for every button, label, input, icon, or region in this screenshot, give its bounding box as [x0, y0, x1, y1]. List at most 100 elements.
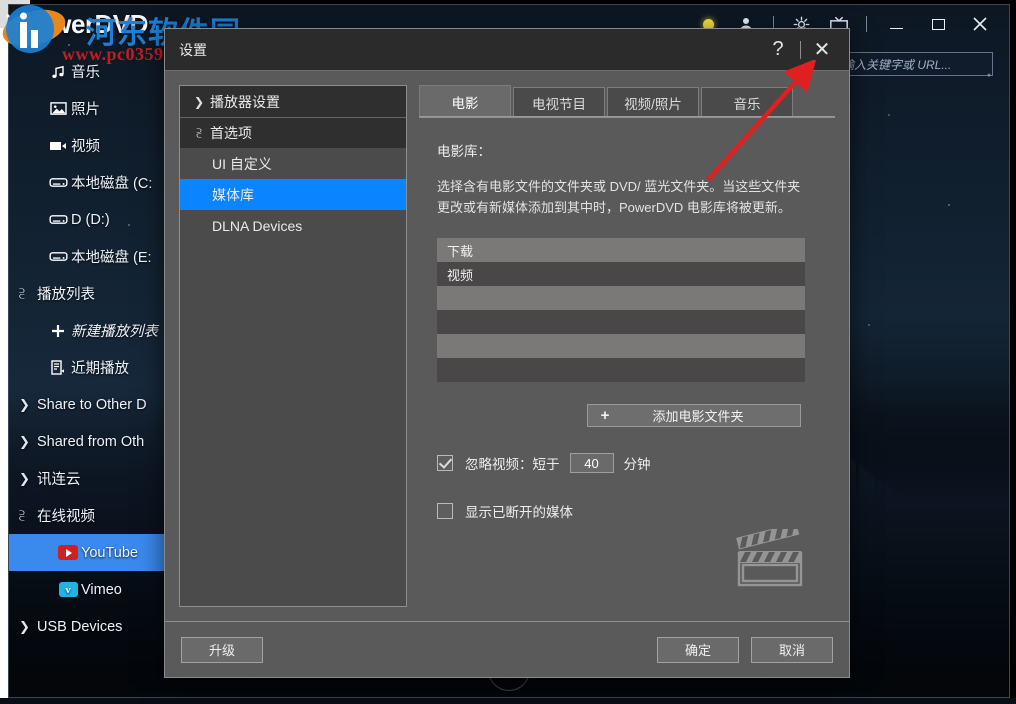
settings-dialog-controls: ? ✕	[764, 37, 849, 62]
movie-folder-row-0[interactable]: 下载	[437, 238, 805, 262]
chevron-down-icon[interactable]: ⫔	[188, 126, 210, 141]
show-disconnected-media-row: 显示已断开的媒体	[437, 501, 817, 521]
close-button[interactable]	[967, 13, 993, 35]
sidebar-item-5[interactable]: 本地磁盘 (E:	[9, 238, 166, 275]
settings-dialog-title: 设置	[179, 40, 207, 60]
youtube-icon	[55, 545, 81, 560]
sidebar-item-label: 音乐	[71, 61, 100, 82]
tab-2[interactable]: 视频/照片	[607, 87, 699, 117]
chevron-right-icon[interactable]: ❯	[19, 434, 37, 450]
app-brand: PowerDVD	[19, 9, 148, 40]
sidebar-item-label: USB Devices	[37, 619, 122, 635]
movie-folder-row-4[interactable]	[437, 334, 805, 358]
titlebar-divider-2	[866, 16, 867, 32]
ok-button[interactable]: 确定	[657, 637, 739, 663]
dialog-control-divider	[800, 41, 801, 59]
settings-tree-item-label: DLNA Devices	[212, 218, 302, 234]
movie-folder-row-1[interactable]: 视频	[437, 262, 805, 286]
chevron-down-icon[interactable]: ⫔	[19, 508, 37, 524]
settings-dialog: 设置 ? ✕ ❯播放器设置⫔首选项UI 自定义媒体库DLNA Devices 电…	[164, 28, 850, 678]
sidebar-item-label: 在线视频	[37, 505, 95, 526]
app-brand-label: PowerDVD	[19, 9, 148, 39]
movie-folder-list[interactable]: 下载视频	[437, 238, 805, 382]
settings-dialog-footer: 升级 确定 取消	[165, 621, 849, 677]
settings-tree: ❯播放器设置⫔首选项UI 自定义媒体库DLNA Devices	[179, 85, 407, 607]
cancel-button[interactable]: 取消	[751, 637, 833, 663]
screen: 库 车 绵 区 播 查 说 - - PowerDVD	[0, 0, 1016, 704]
chevron-right-icon[interactable]: ❯	[19, 471, 37, 487]
sidebar-item-label: 近期播放	[71, 357, 129, 378]
sidebar-item-label: 照片	[71, 98, 100, 119]
sidebar-item-label: YouTube	[81, 545, 138, 561]
upgrade-button[interactable]: 升级	[181, 637, 263, 663]
sidebar-item-label: 本地磁盘 (C:	[71, 172, 152, 193]
plus-icon: +	[588, 407, 622, 424]
settings-tree-item-0[interactable]: ❯播放器设置	[180, 86, 406, 117]
chevron-right-icon[interactable]: ❯	[19, 619, 37, 635]
sidebar-item-15[interactable]: ❯USB Devices	[9, 608, 166, 645]
settings-dialog-body: ❯播放器设置⫔首选项UI 自定义媒体库DLNA Devices 电影电视节目视频…	[165, 71, 849, 607]
sidebar-item-6[interactable]: ⫔播放列表	[9, 275, 166, 312]
help-icon[interactable]: ?	[764, 38, 792, 61]
ignore-minutes-input[interactable]: 40	[570, 453, 614, 473]
sidebar-item-2[interactable]: 视频	[9, 127, 166, 164]
settings-tree-item-4[interactable]: DLNA Devices	[180, 210, 406, 241]
sidebar-item-11[interactable]: ❯讯连云	[9, 460, 166, 497]
dialog-close-icon[interactable]: ✕	[809, 37, 835, 62]
movie-library-label: 电影库：	[437, 140, 817, 160]
clapperboard-icon	[733, 529, 811, 591]
sidebar-item-9[interactable]: ❯Share to Other D	[9, 386, 166, 423]
sidebar-item-12[interactable]: ⫔在线视频	[9, 497, 166, 534]
sidebar-item-7[interactable]: 新建播放列表	[9, 312, 166, 349]
settings-pane: 电影电视节目视频/照片音乐 电影库： 选择含有电影文件的文件夹或 DVD/ 蓝光…	[419, 85, 835, 607]
settings-tree-item-label: UI 自定义	[212, 154, 272, 174]
sidebar-item-10[interactable]: ❯Shared from Oth	[9, 423, 166, 460]
ignore-short-videos-label-before: 忽略视频：短于	[465, 453, 560, 473]
settings-tabs: 电影电视节目视频/照片音乐	[419, 85, 835, 117]
chevron-right-icon[interactable]: ❯	[188, 95, 210, 109]
sidebar-item-8[interactable]: 近期播放	[9, 349, 166, 386]
settings-tree-item-1[interactable]: ⫔首选项	[180, 117, 406, 148]
add-movie-folder-label: 添加电影文件夹	[622, 406, 800, 425]
add-movie-folder-button[interactable]: + 添加电影文件夹	[587, 404, 801, 427]
chevron-down-icon[interactable]: ⫔	[19, 286, 37, 302]
tab-1[interactable]: 电视节目	[513, 87, 605, 117]
sidebar-item-label: 本地磁盘 (E:	[71, 246, 152, 267]
tab-0[interactable]: 电影	[419, 85, 511, 117]
music-note-icon	[45, 64, 71, 80]
photo-icon	[45, 101, 71, 116]
recent-icon	[45, 360, 71, 376]
chevron-right-icon[interactable]: ❯	[19, 397, 37, 413]
settings-tree-item-label: 首选项	[210, 123, 252, 143]
sidebar-item-4[interactable]: D (D:)	[9, 201, 166, 238]
tab-3[interactable]: 音乐	[701, 87, 793, 117]
taskbar	[0, 698, 1016, 704]
settings-tree-item-2[interactable]: UI 自定义	[180, 148, 406, 179]
ignore-short-videos-checkbox[interactable]	[437, 455, 453, 471]
movie-folder-row-5[interactable]	[437, 358, 805, 382]
sidebar-item-label: 播放列表	[37, 283, 95, 304]
sidebar-item-3[interactable]: 本地磁盘 (C:	[9, 164, 166, 201]
maximize-button[interactable]	[925, 13, 951, 35]
minimize-button[interactable]	[883, 13, 909, 35]
sidebar-item-label: 新建播放列表	[71, 320, 158, 341]
show-disconnected-media-checkbox[interactable]	[437, 503, 453, 519]
settings-tree-item-label: 播放器设置	[210, 92, 280, 112]
settings-tree-item-label: 媒体库	[212, 185, 254, 205]
sidebar-item-label: D (D:)	[71, 212, 110, 228]
media-library-panel: 电影库： 选择含有电影文件的文件夹或 DVD/ 蓝光文件夹。当这些文件夹更改或有…	[419, 117, 835, 607]
movie-folder-row-2[interactable]	[437, 286, 805, 310]
movie-folder-row-3[interactable]	[437, 310, 805, 334]
settings-tree-item-3[interactable]: 媒体库	[180, 179, 406, 210]
disk-icon	[45, 176, 71, 189]
plus-icon	[45, 323, 71, 339]
sidebar-item-label: 视频	[71, 135, 100, 156]
settings-dialog-titlebar: 设置 ? ✕	[165, 29, 849, 71]
sidebar-item-13[interactable]: YouTube	[9, 534, 166, 571]
search-input[interactable]: 输入关键字或 URL...	[833, 52, 993, 76]
sidebar-item-1[interactable]: 照片	[9, 90, 166, 127]
movie-library-description: 选择含有电影文件的文件夹或 DVD/ 蓝光文件夹。当这些文件夹更改或有新媒体添加…	[437, 176, 807, 218]
vimeo-icon: v	[55, 582, 81, 597]
sidebar-item-14[interactable]: vVimeo	[9, 571, 166, 608]
sidebar-item-0[interactable]: 音乐	[9, 53, 166, 90]
